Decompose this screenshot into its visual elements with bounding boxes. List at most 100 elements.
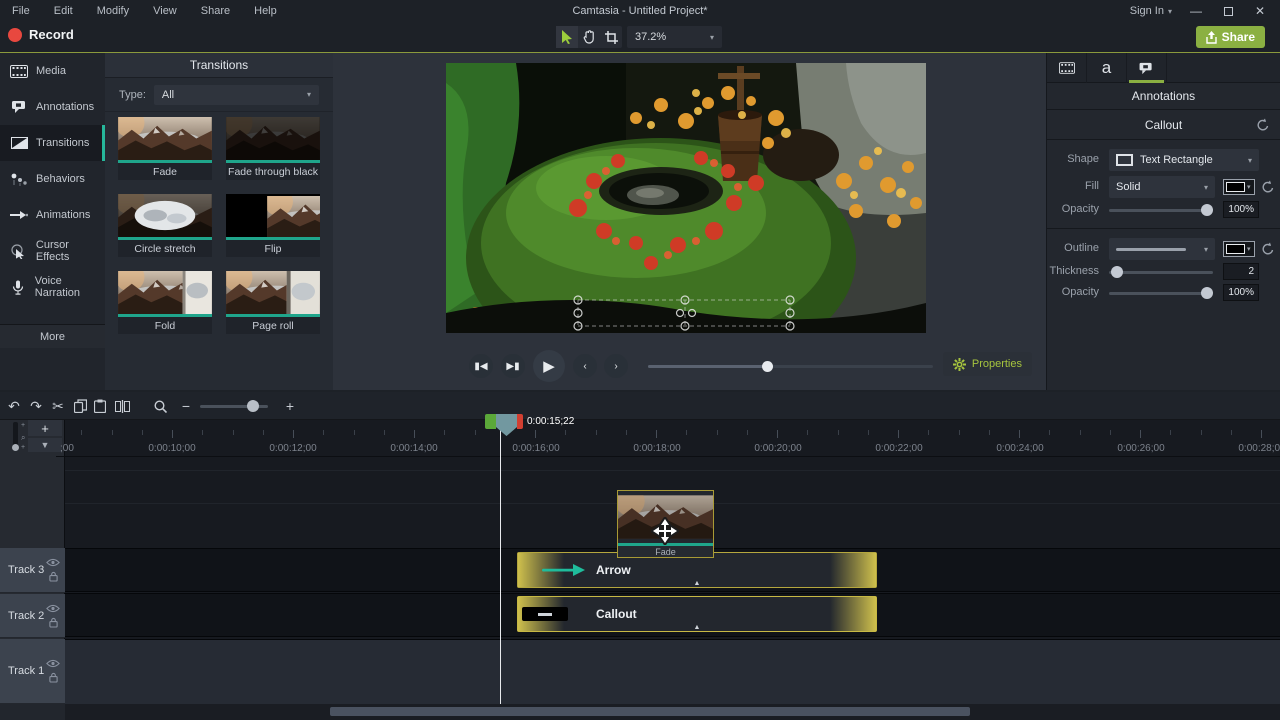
cut-button[interactable]: ✂ <box>48 396 68 416</box>
outline-style-dropdown[interactable]: ▾ <box>1109 238 1215 260</box>
eye-icon[interactable] <box>46 558 60 567</box>
thickness-value[interactable]: 2 <box>1223 263 1259 280</box>
outline-opacity-value[interactable]: 100% <box>1223 284 1259 301</box>
sidebar-item-transitions[interactable]: Transitions <box>0 125 105 161</box>
copy-button[interactable] <box>70 396 90 416</box>
reset-icon[interactable] <box>1261 242 1275 256</box>
lock-icon[interactable] <box>49 672 58 683</box>
timeline-zoom-handle[interactable] <box>247 400 259 412</box>
timeline-zoom-icon[interactable] <box>150 396 170 416</box>
fill-opacity-value[interactable]: 100% <box>1223 201 1259 218</box>
lock-icon[interactable] <box>49 617 58 628</box>
track1-row[interactable] <box>65 639 1280 704</box>
track-height-slider[interactable]: +⌕+ <box>10 422 24 454</box>
transition-fade[interactable]: Fade <box>118 117 212 180</box>
thickness-slider[interactable] <box>1109 266 1213 278</box>
paste-button[interactable] <box>90 396 110 416</box>
playhead-out-handle[interactable] <box>517 414 523 429</box>
transition-page-roll[interactable]: Page roll <box>226 271 320 334</box>
step-back-button[interactable]: ▮◀ <box>469 354 493 378</box>
reset-icon[interactable] <box>1256 118 1270 132</box>
clip-expand-chevron[interactable]: ▲ <box>694 624 701 631</box>
step-forward-button[interactable]: ▶▮ <box>501 354 525 378</box>
transition-fold[interactable]: Fold <box>118 271 212 334</box>
playhead-grip[interactable] <box>496 414 517 436</box>
next-button[interactable]: › <box>604 354 628 378</box>
playhead[interactable] <box>485 414 523 436</box>
eye-icon[interactable] <box>46 604 60 613</box>
scrollbar-thumb[interactable] <box>330 707 970 716</box>
record-button[interactable]: Record <box>8 27 74 42</box>
window-title: Camtasia - Untitled Project* <box>572 5 707 17</box>
properties-tabs: a <box>1047 53 1280 83</box>
outline-opacity-slider[interactable] <box>1109 287 1213 299</box>
split-button[interactable] <box>112 396 132 416</box>
ruler-label-partial: ;00 <box>60 443 74 454</box>
tab-annotation-properties[interactable] <box>1127 53 1167 83</box>
sidebar-item-media[interactable]: Media <box>0 53 105 89</box>
menu-file[interactable]: File <box>0 5 42 17</box>
share-button[interactable]: Share <box>1196 26 1265 48</box>
slider-handle[interactable] <box>1201 204 1213 216</box>
menu-help[interactable]: Help <box>242 5 289 17</box>
cursor-effects-icon <box>10 244 28 259</box>
transition-flip[interactable]: Flip <box>226 194 320 257</box>
scrollbar-corner <box>0 704 65 720</box>
timeline-zoom-in-button[interactable]: + <box>280 396 300 416</box>
tab-text-properties[interactable]: a <box>1087 53 1127 83</box>
sidebar-item-behaviors[interactable]: Behaviors <box>0 161 105 197</box>
reset-icon[interactable] <box>1261 180 1275 194</box>
timeline-hscrollbar[interactable] <box>65 704 1280 720</box>
type-dropdown[interactable]: All ▾ <box>154 85 319 105</box>
type-filter-row: Type: All ▾ <box>105 78 333 112</box>
clip-callout[interactable]: Callout ▲ <box>517 596 877 632</box>
timeline-zoom-out-button[interactable]: − <box>176 396 196 416</box>
previous-button[interactable]: ‹ <box>573 354 597 378</box>
trim-handle-right[interactable] <box>830 597 876 631</box>
canvas-tools <box>556 26 622 48</box>
trim-handle-right[interactable] <box>830 553 876 587</box>
fill-style-dropdown[interactable]: Solid ▾ <box>1109 176 1215 198</box>
sidebar-item-animations[interactable]: Animations <box>0 197 105 233</box>
transition-fade-through-black[interactable]: Fade through black <box>226 117 320 180</box>
maximize-button[interactable] <box>1214 1 1242 21</box>
main-toolbar: Record 37.2% ▾ Share <box>0 22 1280 53</box>
sidebar-more-button[interactable]: More <box>0 324 105 348</box>
menu-view[interactable]: View <box>141 5 189 17</box>
shape-dropdown[interactable]: Text Rectangle ▾ <box>1109 149 1259 171</box>
fill-color-swatch[interactable]: ▾ <box>1223 179 1255 195</box>
close-button[interactable]: ✕ <box>1246 1 1274 21</box>
timeline-ruler[interactable]: ;00 0:00:10;00 0:00:12;00 0:00:14;00 0:0… <box>56 430 1280 457</box>
fill-opacity-slider[interactable] <box>1109 204 1213 216</box>
playhead-line[interactable] <box>500 430 501 704</box>
copy-icon <box>74 399 87 413</box>
select-tool-button[interactable] <box>556 26 578 48</box>
redo-button[interactable]: ↷ <box>26 396 46 416</box>
canvas-zoom-dropdown[interactable]: 37.2% ▾ <box>627 26 722 48</box>
minimize-button[interactable]: — <box>1182 1 1210 21</box>
menu-share[interactable]: Share <box>189 5 242 17</box>
outline-color-swatch[interactable]: ▾ <box>1223 241 1255 257</box>
scrubber[interactable] <box>648 365 933 368</box>
sidebar-item-cursor-effects[interactable]: Cursor Effects <box>0 233 105 269</box>
scrubber-handle[interactable] <box>762 361 773 372</box>
undo-button[interactable]: ↶ <box>4 396 24 416</box>
playhead-in-handle[interactable] <box>485 414 496 429</box>
sidebar-item-annotations[interactable]: Annotations <box>0 89 105 125</box>
properties-button[interactable]: Properties <box>943 352 1032 376</box>
tab-media-properties[interactable] <box>1047 53 1087 83</box>
pan-tool-button[interactable] <box>578 26 600 48</box>
crop-icon <box>605 31 618 44</box>
menu-edit[interactable]: Edit <box>42 5 85 17</box>
slider-handle[interactable] <box>1111 266 1123 278</box>
menu-modify[interactable]: Modify <box>85 5 141 17</box>
sidebar-item-voice-narration[interactable]: Voice Narration <box>0 269 105 305</box>
lock-icon[interactable] <box>49 571 58 582</box>
slider-handle[interactable] <box>1201 287 1213 299</box>
play-button[interactable]: ▶ <box>533 350 565 382</box>
crop-tool-button[interactable] <box>600 26 622 48</box>
sign-in-button[interactable]: Sign In▾ <box>1124 5 1178 17</box>
transition-circle-stretch[interactable]: Circle stretch <box>118 194 212 257</box>
eye-icon[interactable] <box>46 659 60 668</box>
clip-expand-chevron[interactable]: ▲ <box>694 580 701 587</box>
